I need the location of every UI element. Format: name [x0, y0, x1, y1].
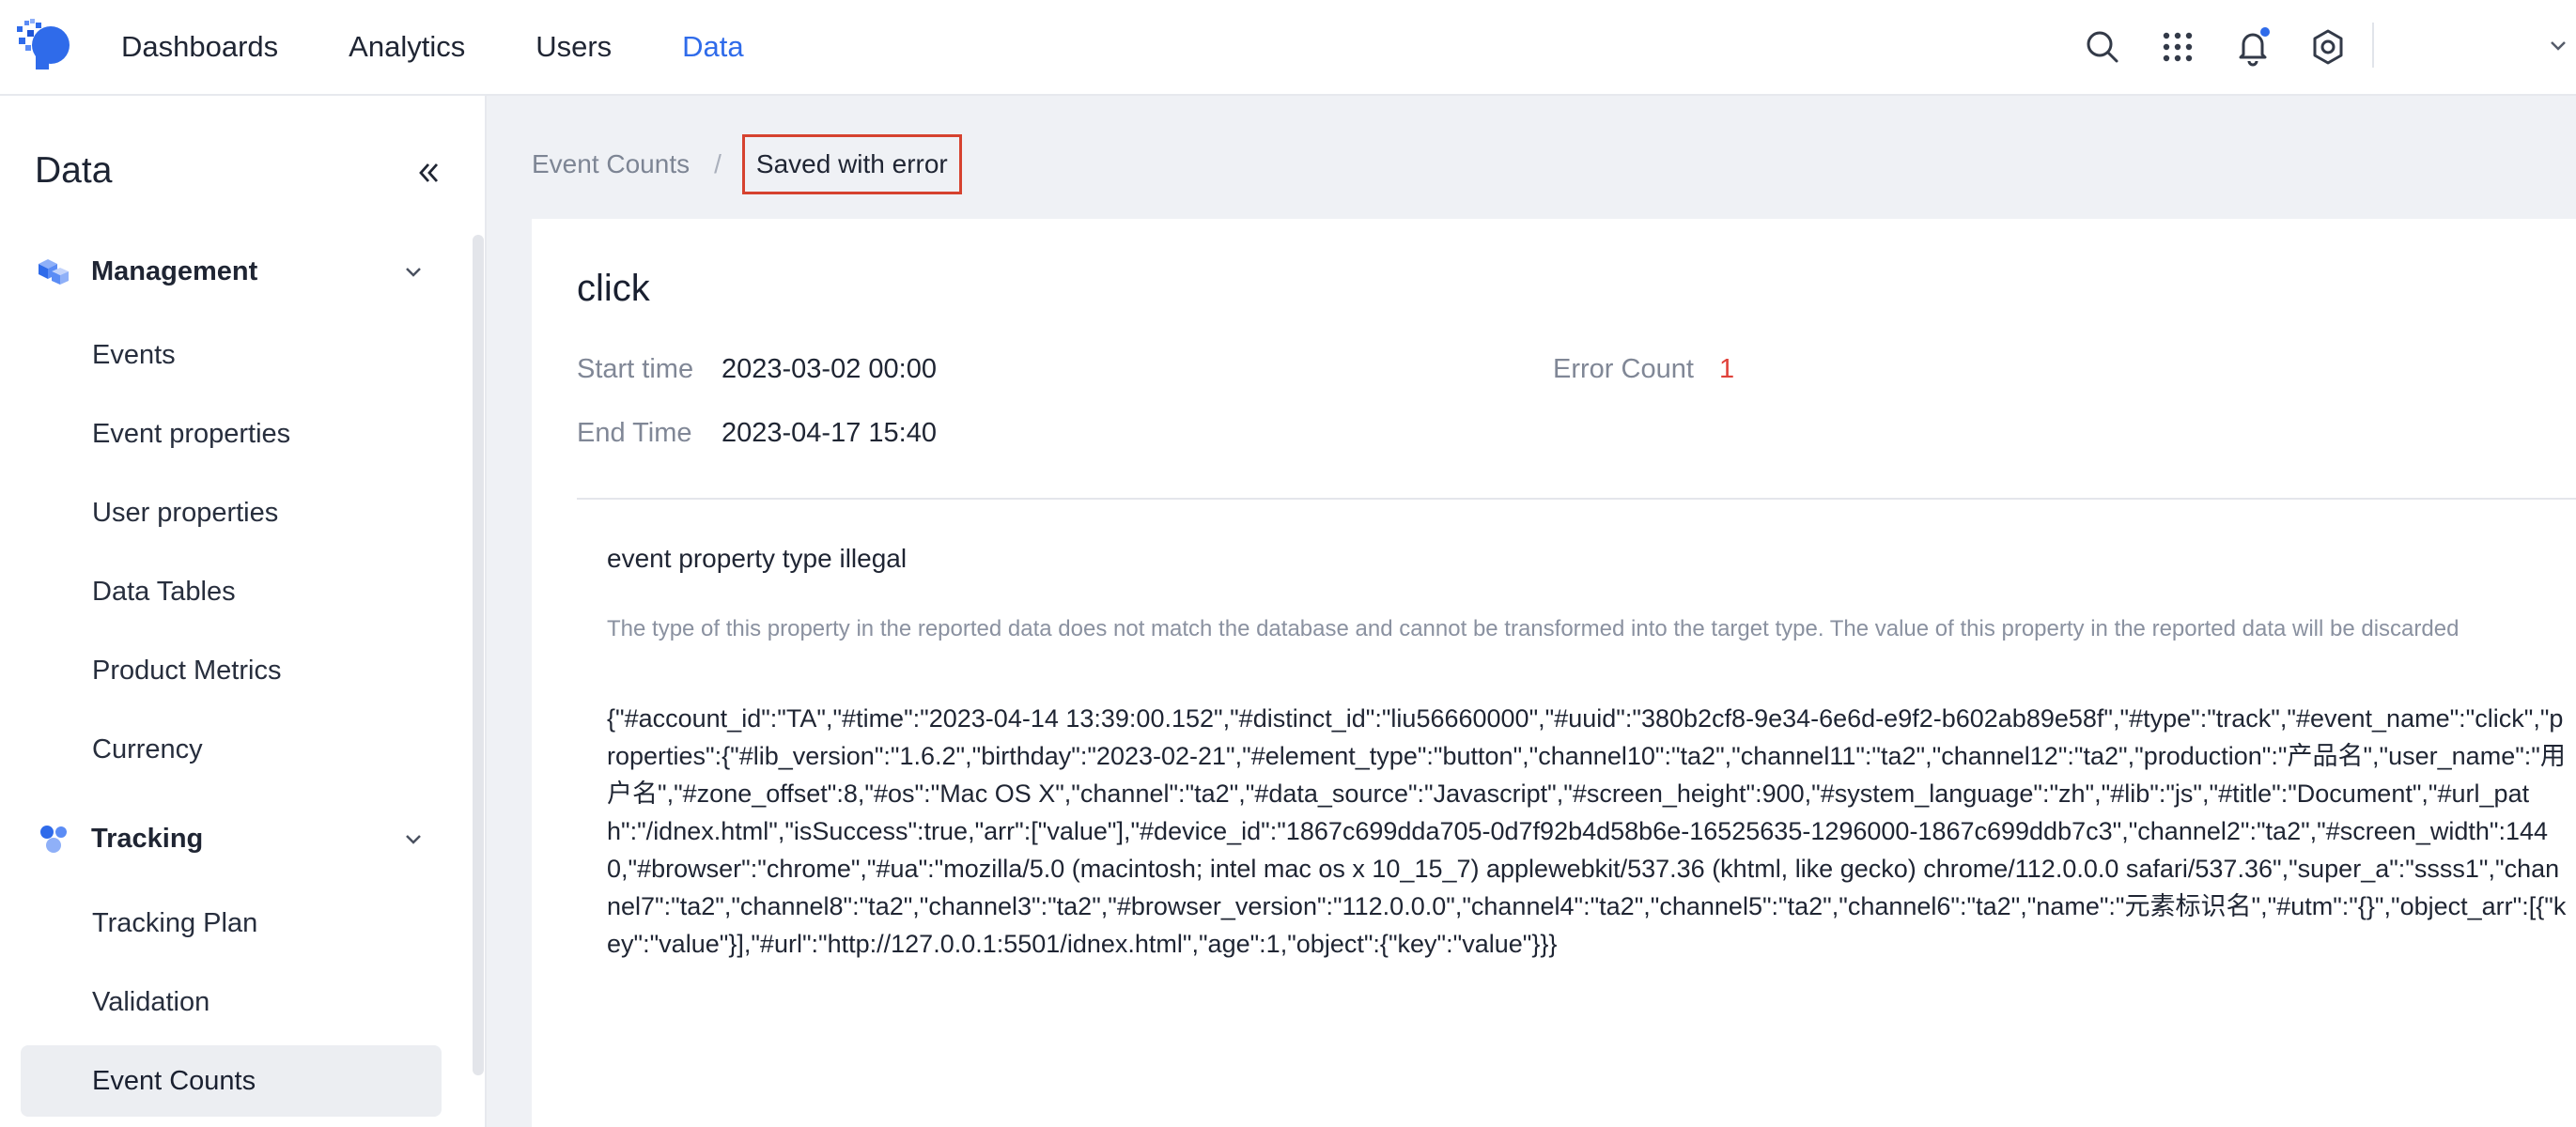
sidebar-scrollbar[interactable] — [473, 235, 484, 1075]
error-count-value: 1 — [1719, 354, 1735, 384]
apps-grid-icon[interactable] — [2151, 21, 2204, 73]
end-time-label: End Time — [577, 418, 692, 448]
start-time-label: Start time — [577, 354, 694, 384]
sidebar-item-user-properties[interactable]: User properties — [21, 477, 442, 548]
breadcrumb: Event Counts / Saved with error — [532, 133, 962, 195]
search-icon[interactable] — [2076, 21, 2129, 73]
sidebar-item-data-tables[interactable]: Data Tables — [21, 556, 442, 627]
chevron-down-icon[interactable] — [2544, 26, 2572, 64]
tracking-dots-icon — [35, 820, 72, 857]
breadcrumb-parent[interactable]: Event Counts — [532, 149, 690, 179]
sidebar-group-label: Management — [91, 255, 258, 286]
error-title: event property type illegal — [607, 544, 908, 573]
notification-dot — [2260, 27, 2270, 37]
sidebar-item-events[interactable]: Events — [21, 319, 442, 391]
cubes-icon — [35, 253, 72, 290]
section-divider — [577, 498, 2576, 500]
bell-icon[interactable] — [2227, 21, 2279, 73]
sidebar-item-validation[interactable]: Validation — [21, 966, 442, 1038]
nav-data[interactable]: Data — [682, 30, 743, 64]
nav-analytics[interactable]: Analytics — [349, 30, 465, 64]
sidebar-title: Data — [35, 150, 113, 191]
sidebar-item-tracking-plan[interactable]: Tracking Plan — [21, 888, 442, 959]
sidebar-item-product-metrics[interactable]: Product Metrics — [21, 635, 442, 706]
event-name: click — [577, 268, 650, 309]
chevron-down-icon[interactable] — [397, 823, 429, 855]
sidebar-item-currency[interactable]: Currency — [21, 714, 442, 785]
event-detail-card: click Start time 2023-03-02 00:00 Error … — [532, 219, 2576, 1127]
nav-dashboards[interactable]: Dashboards — [121, 30, 278, 64]
breadcrumb-separator: / — [714, 149, 722, 178]
sidebar-group-label: Tracking — [91, 823, 204, 854]
start-time-value: 2023-03-02 00:00 — [722, 354, 937, 384]
end-time-value: 2023-04-17 15:40 — [722, 418, 937, 448]
breadcrumb-current: Saved with error — [741, 134, 962, 194]
collapse-sidebar-icon[interactable] — [410, 154, 447, 192]
sidebar-item-event-properties[interactable]: Event properties — [21, 398, 442, 470]
sidebar: Data Management Events Event properties … — [0, 96, 487, 1127]
nav-users[interactable]: Users — [535, 30, 612, 64]
sidebar-item-event-counts[interactable]: Event Counts — [21, 1045, 442, 1117]
error-payload: {"#account_id":"TA","#time":"2023-04-14 … — [607, 704, 2567, 958]
error-description: The type of this property in the reporte… — [607, 616, 2460, 641]
logo-icon[interactable] — [15, 17, 71, 73]
main-nav: Dashboards Analytics Users Data — [121, 0, 815, 94]
error-count-label: Error Count — [1553, 354, 1694, 384]
chevron-down-icon[interactable] — [397, 255, 429, 287]
sidebar-group-tracking[interactable]: Tracking — [35, 811, 429, 867]
toolbar-divider — [2372, 23, 2374, 68]
top-navigation-bar: Dashboards Analytics Users Data — [0, 0, 2576, 96]
sidebar-group-management[interactable]: Management — [35, 243, 429, 300]
settings-icon[interactable] — [2302, 21, 2354, 73]
